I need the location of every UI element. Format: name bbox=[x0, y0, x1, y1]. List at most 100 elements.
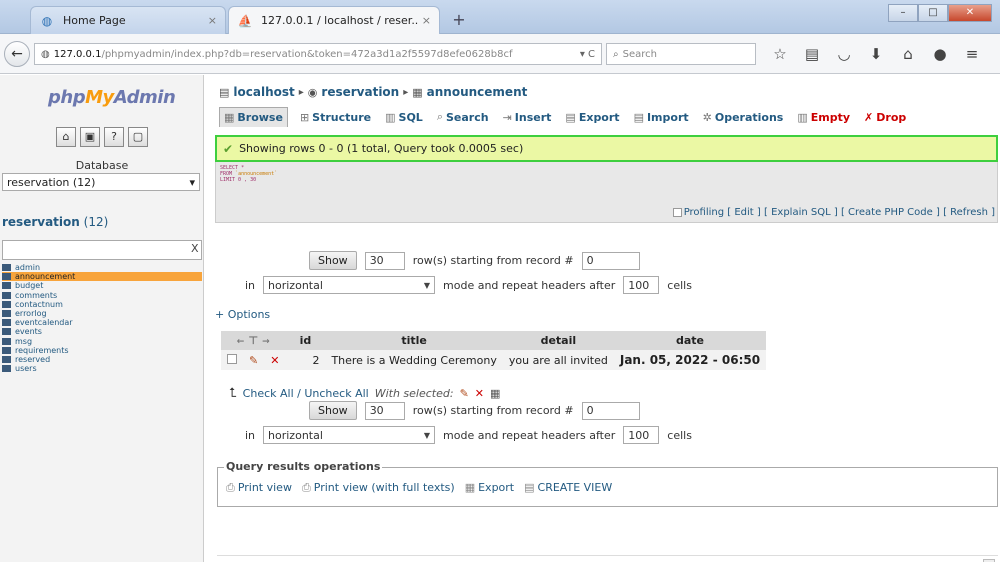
browser-navbar: ← ◍ 127.0.0.1 /phpmyadmin/index.php?db=r… bbox=[0, 34, 1000, 74]
sql-query-icon[interactable]: ▣ bbox=[80, 127, 100, 147]
profiling-checkbox[interactable] bbox=[672, 207, 682, 217]
browser-tab-home[interactable]: ◍ Home Page × bbox=[30, 6, 226, 34]
tab-export[interactable]: ▤ Export bbox=[563, 107, 621, 127]
tab-sql[interactable]: ▥ SQL bbox=[383, 107, 425, 127]
table-item-contactnum[interactable]: contactnum bbox=[2, 300, 202, 309]
table-item-errorlog[interactable]: errorlog bbox=[2, 309, 202, 318]
table-item-msg[interactable]: msg bbox=[2, 337, 202, 346]
breadcrumb-table[interactable]: announcement bbox=[427, 85, 528, 99]
tab-operations[interactable]: ✲ Operations bbox=[701, 107, 786, 127]
table-item-events[interactable]: events bbox=[2, 327, 202, 336]
export-link[interactable]: ▦ Export bbox=[465, 481, 514, 495]
sql-query-box: SELECT * FROM `announcement` LIMIT 0 , 3… bbox=[215, 162, 998, 204]
home-icon[interactable]: ⌂ bbox=[898, 44, 918, 64]
new-tab-button[interactable]: + bbox=[446, 9, 472, 31]
maximize-button[interactable]: □ bbox=[918, 4, 948, 22]
starting-text: row(s) starting from record # bbox=[412, 254, 574, 267]
table-filter-input[interactable] bbox=[2, 240, 202, 260]
display-mode-select[interactable]: horizontal ▼ bbox=[263, 426, 436, 444]
download-icon[interactable]: ⬇ bbox=[866, 44, 886, 64]
bulk-export-icon[interactable]: ▦ bbox=[490, 387, 500, 400]
print-view-full-link[interactable]: ⎙ Print view (with full texts) bbox=[302, 481, 455, 495]
rows-count-input[interactable]: 30 bbox=[364, 251, 405, 270]
database-link[interactable]: reservation (12) bbox=[2, 215, 108, 229]
cell-detail[interactable]: you are all invited bbox=[502, 350, 614, 370]
refresh-link[interactable]: [ Refresh ] bbox=[943, 207, 995, 218]
table-item-comments[interactable]: comments bbox=[2, 291, 202, 300]
delete-row-icon[interactable]: ✕ bbox=[264, 350, 286, 370]
explain-sql-link[interactable]: [ Explain SQL ] bbox=[764, 207, 838, 218]
view-icon: ▤ bbox=[524, 481, 535, 494]
edit-link[interactable]: [ Edit ] bbox=[727, 207, 761, 218]
tab-drop[interactable]: ✗ Drop bbox=[862, 107, 908, 127]
options-link[interactable]: + Options bbox=[215, 308, 270, 321]
chevron-down-icon: ▼ bbox=[423, 280, 431, 290]
bookmark-star-icon[interactable]: ☆ bbox=[770, 44, 790, 64]
table-row: ✎ ✕ 2 There is a Wedding Ceremony you ar… bbox=[221, 350, 767, 370]
minimize-button[interactable]: – bbox=[888, 4, 918, 22]
phpmyadmin-logo[interactable]: phpMyAdmin bbox=[48, 87, 176, 108]
print-view-link[interactable]: ⎙ Print view bbox=[226, 481, 292, 495]
insert-icon: ⇥ bbox=[502, 110, 512, 124]
menu-icon[interactable]: ≡ bbox=[962, 44, 982, 64]
table-item-budget[interactable]: budget bbox=[2, 281, 202, 290]
chat-icon[interactable]: ● bbox=[930, 44, 950, 64]
display-mode-select[interactable]: horizontal ▼ bbox=[263, 276, 436, 294]
close-icon[interactable]: × bbox=[422, 14, 431, 27]
start-record-input[interactable]: 0 bbox=[581, 251, 640, 270]
tab-import[interactable]: ▤ Import bbox=[632, 107, 691, 127]
repeat-headers-input[interactable]: 100 bbox=[623, 276, 660, 294]
show-button[interactable]: Show bbox=[309, 401, 357, 420]
row-checkbox[interactable] bbox=[221, 350, 243, 370]
profiling-label[interactable]: Profiling bbox=[684, 207, 724, 218]
close-window-button[interactable]: ✕ bbox=[948, 4, 992, 22]
nav-icons: ⌂ ▣ ? ▢ bbox=[56, 127, 148, 147]
table-item-requirements[interactable]: requirements bbox=[2, 346, 202, 355]
settings-icon[interactable]: ▢ bbox=[128, 127, 148, 147]
sort-controls-header[interactable]: ← ⊤ → bbox=[221, 331, 286, 350]
search-placeholder: Search bbox=[622, 48, 657, 60]
tab-browse[interactable]: ▦ Browse bbox=[219, 107, 288, 127]
tab-search[interactable]: ⌕ Search bbox=[435, 107, 491, 127]
tab-structure[interactable]: ⊞ Structure bbox=[298, 107, 373, 127]
rows-count-input[interactable]: 30 bbox=[364, 401, 405, 420]
table-item-eventcalendar[interactable]: eventcalendar bbox=[2, 318, 202, 327]
create-view-link[interactable]: ▤ CREATE VIEW bbox=[524, 481, 612, 495]
column-header-title[interactable]: title bbox=[325, 331, 503, 350]
create-php-code-link[interactable]: [ Create PHP Code ] bbox=[841, 207, 940, 218]
bulk-edit-icon[interactable]: ✎ bbox=[460, 387, 469, 400]
check-all-link[interactable]: Check All / Uncheck All bbox=[243, 387, 369, 400]
tab-empty[interactable]: ▥ Empty bbox=[795, 107, 852, 127]
column-header-id[interactable]: id bbox=[285, 331, 326, 350]
reload-icon[interactable]: ▾ C bbox=[576, 49, 595, 60]
docs-icon[interactable]: ? bbox=[104, 127, 124, 147]
close-icon[interactable]: × bbox=[208, 14, 217, 27]
column-header-date[interactable]: date bbox=[613, 331, 767, 350]
breadcrumb-database[interactable]: reservation bbox=[321, 85, 399, 99]
start-record-input[interactable]: 0 bbox=[581, 401, 640, 420]
table-item-announcement[interactable]: announcement bbox=[2, 272, 202, 282]
pocket-icon[interactable]: ◡ bbox=[834, 44, 854, 64]
cell-date[interactable]: Jan. 05, 2022 - 06:50 bbox=[613, 350, 767, 370]
clipboard-icon[interactable]: ▤ bbox=[802, 44, 822, 64]
breadcrumb-server[interactable]: localhost bbox=[233, 85, 294, 99]
address-bar[interactable]: ◍ 127.0.0.1 /phpmyadmin/index.php?db=res… bbox=[34, 43, 602, 65]
edit-row-icon[interactable]: ✎ bbox=[243, 350, 265, 370]
back-arrow-icon[interactable]: ← bbox=[4, 41, 30, 67]
show-button[interactable]: Show bbox=[309, 251, 357, 270]
cell-title[interactable]: There is a Wedding Ceremony bbox=[325, 350, 503, 370]
column-header-detail[interactable]: detail bbox=[502, 331, 614, 350]
browser-tab-phpmyadmin[interactable]: ⛵ 127.0.0.1 / localhost / reser... × bbox=[228, 6, 440, 34]
cell-id[interactable]: 2 bbox=[285, 350, 326, 370]
clear-filter-icon[interactable]: X bbox=[191, 242, 199, 255]
bulk-delete-icon[interactable]: ✕ bbox=[475, 387, 484, 400]
tab-insert[interactable]: ⇥ Insert bbox=[501, 107, 554, 127]
browser-search-input[interactable]: ⌕ Search bbox=[606, 43, 756, 65]
home-icon[interactable]: ⌂ bbox=[56, 127, 76, 147]
database-select[interactable]: reservation (12) ▾ bbox=[2, 173, 200, 191]
table-item-users[interactable]: users bbox=[2, 364, 202, 373]
table-item-admin[interactable]: admin bbox=[2, 263, 202, 272]
repeat-headers-input[interactable]: 100 bbox=[623, 426, 660, 444]
table-item-reserved[interactable]: reserved bbox=[2, 355, 202, 364]
starting-text: row(s) starting from record # bbox=[412, 404, 574, 417]
